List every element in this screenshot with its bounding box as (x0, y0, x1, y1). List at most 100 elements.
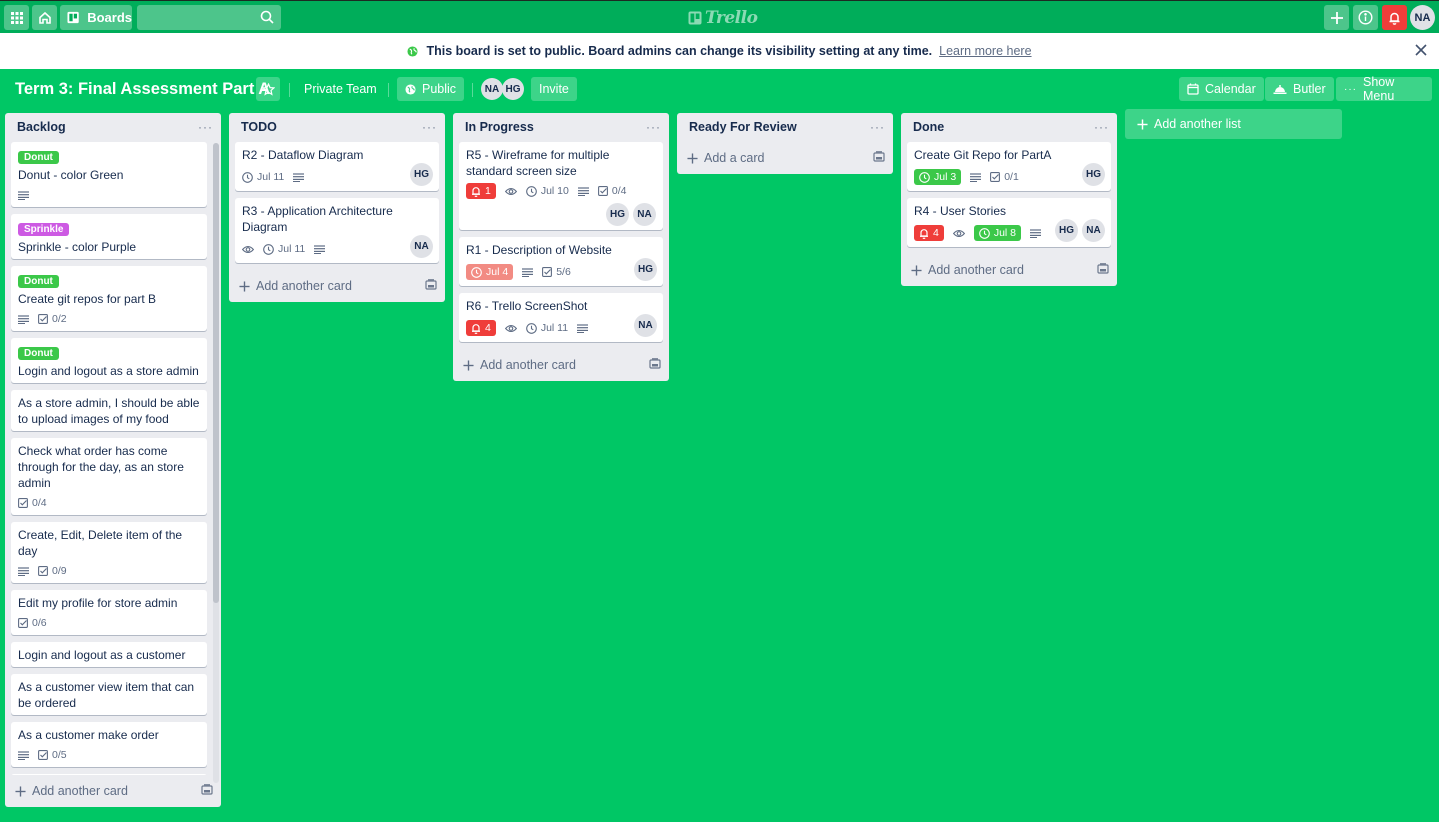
list-title[interactable]: TODO (241, 120, 277, 134)
add-card-label: Add another card (928, 263, 1024, 277)
card[interactable]: R4 - User Stories 4 Jul 8 HG NA (907, 198, 1111, 247)
member-avatar[interactable]: HG (410, 163, 433, 186)
due-date-badge[interactable]: Jul 4 (466, 264, 514, 280)
due-date: Jul 8 (993, 227, 1017, 239)
card[interactable]: As a customer make order 0/5 (11, 722, 207, 767)
add-card-button[interactable]: Add another card (901, 254, 1117, 286)
invite-button[interactable]: Invite (531, 77, 577, 101)
show-menu-button[interactable]: ··· Show Menu (1336, 75, 1432, 103)
create-from-template-button[interactable] (649, 358, 661, 372)
card[interactable]: R2 - Dataflow Diagram Jul 11 HG (235, 142, 439, 191)
due-date-badge[interactable]: Jul 11 (242, 171, 284, 183)
add-card-button[interactable]: Add a card (677, 142, 893, 174)
description-badge (577, 323, 589, 333)
member-avatar[interactable]: NA (633, 203, 656, 226)
card[interactable]: Create, Edit, Delete item of the day 0/9 (11, 522, 207, 583)
card[interactable]: Check what order has come through for th… (11, 438, 207, 515)
due-date: Jul 3 (934, 171, 957, 183)
card[interactable]: Donut Login and logout as a store admin (11, 338, 207, 383)
add-card-button[interactable]: Add another card (453, 349, 669, 381)
card-members: HG (410, 163, 433, 186)
trello-logo[interactable]: Trello (688, 8, 758, 28)
card[interactable]: As a store admin, I should be able to up… (11, 390, 207, 431)
list-menu-icon[interactable]: ··· (870, 120, 885, 134)
due-date-badge[interactable]: Jul 10 (525, 185, 569, 197)
card[interactable]: R5 - Wireframe for multiple standard scr… (459, 142, 663, 230)
card[interactable]: Login and logout as a customer (11, 642, 207, 667)
list-title[interactable]: Backlog (17, 120, 66, 134)
list-scrollbar[interactable] (213, 143, 219, 783)
list-menu-icon[interactable]: ··· (646, 120, 661, 134)
search-input[interactable] (137, 5, 281, 30)
member-avatar[interactable]: NA (410, 235, 433, 258)
create-button[interactable] (1324, 5, 1349, 30)
add-list-label: Add another list (1154, 117, 1241, 131)
home-button[interactable] (32, 5, 57, 30)
list-menu-icon[interactable]: ··· (422, 120, 437, 134)
due-date-badge[interactable]: Jul 3 (914, 169, 962, 185)
visibility-button[interactable]: Public (397, 77, 465, 101)
card[interactable]: Edit my profile for store admin 0/6 (11, 590, 207, 635)
scrollbar-thumb[interactable] (213, 143, 219, 603)
member-avatar[interactable]: NA (481, 78, 503, 100)
card-label[interactable]: Donut (18, 275, 59, 288)
list-menu-icon[interactable]: ··· (1094, 120, 1109, 134)
card-label[interactable]: Donut (18, 151, 59, 164)
list-title[interactable]: In Progress (465, 120, 534, 134)
list-title[interactable]: Ready For Review (689, 120, 797, 134)
list-header[interactable]: TODO ··· (229, 116, 445, 138)
card[interactable]: Sprinkle Sprinkle - color Purple (11, 214, 207, 259)
board-title[interactable]: Term 3: Final Assessment Part A (15, 80, 270, 99)
description-badge (522, 267, 534, 277)
create-from-template-button[interactable] (201, 784, 213, 798)
info-button[interactable] (1353, 5, 1378, 30)
member-avatar[interactable]: NA (1082, 219, 1105, 242)
card[interactable]: Donut Donut - color Green (11, 142, 207, 207)
due-date-badge[interactable]: Jul 11 (263, 243, 305, 255)
create-from-template-button[interactable] (425, 279, 437, 293)
member-avatar[interactable]: HG (1055, 219, 1078, 242)
card-label[interactable]: Donut (18, 347, 59, 360)
butler-button[interactable]: Butler (1265, 77, 1334, 101)
due-date: Jul 11 (540, 322, 569, 334)
card[interactable]: R1 - Description of Website Jul 4 5/6 HG (459, 237, 663, 286)
member-avatar[interactable]: HG (1082, 163, 1105, 186)
list-title[interactable]: Done (913, 120, 944, 134)
star-button[interactable] (256, 77, 280, 101)
add-another-list-button[interactable]: Add another list (1125, 109, 1342, 139)
card-label[interactable]: Sprinkle (18, 223, 70, 236)
close-icon[interactable] (1413, 42, 1429, 58)
user-avatar[interactable]: NA (1410, 5, 1435, 30)
member-avatar[interactable]: HG (606, 203, 629, 226)
list-menu-icon[interactable]: ··· (198, 120, 213, 134)
due-date-badge[interactable]: Jul 11 (525, 322, 569, 334)
card[interactable]: R3 - Application Architecture Diagram Jul… (235, 198, 439, 263)
notifications-button[interactable] (1382, 5, 1407, 30)
card[interactable]: Create Git Repo for PartA Jul 3 0/1 HG (907, 142, 1111, 191)
description-badge (18, 190, 29, 200)
list-header[interactable]: Ready For Review ··· (677, 116, 893, 138)
add-card-button[interactable]: Add another card (5, 775, 221, 807)
list-header[interactable]: In Progress ··· (453, 116, 669, 138)
team-button[interactable]: Private Team (304, 77, 377, 101)
member-avatar[interactable]: HG (634, 258, 657, 281)
list-header[interactable]: Done ··· (901, 116, 1117, 138)
list-header[interactable]: Backlog ··· (5, 116, 221, 138)
create-from-template-button[interactable] (873, 151, 885, 165)
checklist-badge: 5/6 (542, 266, 571, 278)
checklist-badge: 0/1 (990, 171, 1019, 183)
calendar-button[interactable]: Calendar (1179, 77, 1264, 101)
description-badge (18, 750, 29, 760)
card[interactable]: R6 - Trello ScreenShot 4 Jul 11 NA (459, 293, 663, 342)
create-from-template-button[interactable] (1097, 263, 1109, 277)
member-avatar[interactable]: HG (502, 78, 524, 100)
due-date-badge[interactable]: Jul 8 (973, 225, 1022, 241)
add-card-button[interactable]: Add another card (229, 270, 445, 302)
member-avatar[interactable]: NA (634, 314, 657, 337)
card[interactable]: As a customer view item that can be orde… (11, 674, 207, 715)
apps-button[interactable] (4, 5, 29, 30)
card[interactable]: Donut Create git repos for part B 0/2 (11, 266, 207, 331)
boards-button[interactable]: Boards (60, 5, 132, 30)
card[interactable]: As a customer view my order (11, 774, 207, 775)
learn-more-link[interactable]: Learn more here (939, 44, 1031, 58)
